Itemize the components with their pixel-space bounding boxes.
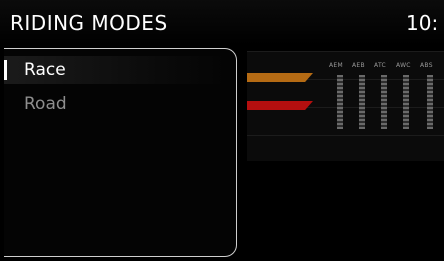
page-title: RIDING MODES: [10, 11, 168, 35]
column-header-atc: ATC: [374, 62, 387, 69]
column-header-awc: AWC: [396, 62, 411, 69]
mode-item-label: Race: [24, 60, 66, 80]
mode-item-label: Road: [24, 94, 67, 114]
setting-level-atc: [381, 75, 387, 129]
column-header-abs: ABS: [420, 62, 433, 69]
selection-marker: [4, 60, 7, 80]
setting-level-abs: [427, 75, 433, 129]
setting-level-aem: [337, 75, 343, 129]
road-mode-bar: [247, 101, 313, 110]
clock-readout: 10:: [406, 11, 439, 35]
column-header-aem: AEM: [329, 62, 343, 69]
mode-item-road[interactable]: Road: [4, 90, 228, 118]
column-header-aeb: AEB: [352, 62, 365, 69]
setting-level-awc: [403, 75, 409, 129]
mode-list-panel: Race Road: [4, 48, 237, 257]
setting-level-aeb: [359, 75, 365, 129]
grid-divider: [247, 135, 444, 136]
race-mode-bar: [247, 73, 313, 82]
header-bar: RIDING MODES 10:: [0, 0, 444, 45]
mode-settings-preview: AEM AEB ATC AWC ABS: [247, 51, 444, 161]
grid-divider: [247, 51, 444, 52]
mode-item-race[interactable]: Race: [4, 56, 228, 84]
